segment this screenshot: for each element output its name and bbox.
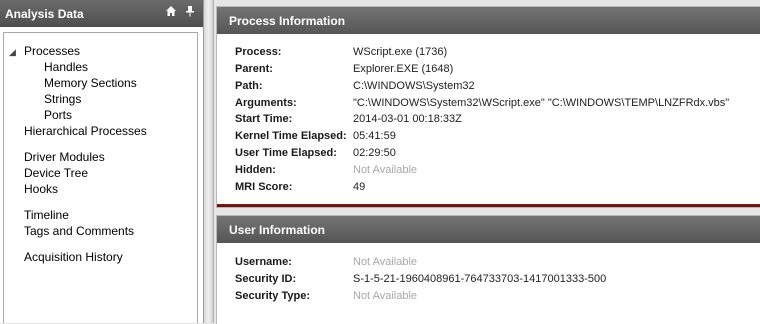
field-label: MRI Score: [235, 181, 293, 193]
field-label: Arguments: [235, 97, 297, 109]
tree-item-acquisition-history[interactable]: Acquisition History [24, 249, 123, 265]
field-label: Security Type: [235, 290, 310, 302]
tree-item-device-tree[interactable]: Device Tree [24, 165, 88, 181]
tree-item-hooks[interactable]: Hooks [24, 181, 58, 197]
field-label: Process: [235, 46, 282, 58]
panel-splitter[interactable] [204, 0, 214, 323]
field-value: Explorer.EXE (1648) [353, 63, 454, 75]
tree-item-hierarchical-processes[interactable]: Hierarchical Processes [24, 123, 147, 139]
tree-item-driver-modules[interactable]: Driver Modules [24, 149, 105, 165]
field-value: 05:41:59 [353, 130, 396, 142]
user-information-title: User Information [229, 222, 326, 237]
field-value: 49 [353, 181, 366, 193]
tree-item-tags-and-comments[interactable]: Tags and Comments [24, 223, 134, 239]
process-information-panel: Process Information Process: WScript.exe… [216, 6, 760, 208]
expand-triangle-icon[interactable]: ◢ [9, 47, 16, 57]
field-label: Path: [235, 80, 263, 92]
panel-title: Analysis Data [5, 6, 84, 21]
field-label: Start Time: [235, 113, 293, 125]
field-value: Not Available [353, 164, 418, 176]
section-divider [217, 204, 760, 207]
navigation-tree: ◢ Processes Handles Memory Sections Stri… [3, 32, 198, 323]
field-value: 2014-03-01 00:18:33Z [353, 113, 462, 125]
field-value: Not Available [353, 290, 418, 302]
tree-item-timeline[interactable]: Timeline [24, 207, 69, 223]
tree-item-ports[interactable]: Ports [44, 107, 72, 123]
tree-expander[interactable]: ◢ [9, 43, 16, 60]
field-label: Username: [235, 256, 292, 268]
field-value: "C:\WINDOWS\System32\WScript.exe" "C:\WI… [353, 97, 730, 109]
user-information-panel: User Information Username: Not Available… [216, 215, 760, 324]
field-label: Security ID: [235, 273, 297, 285]
tree-item-handles[interactable]: Handles [44, 59, 88, 75]
field-label: Kernel Time Elapsed: [235, 130, 347, 142]
tree-item-processes[interactable]: Processes [24, 43, 80, 59]
field-label: Parent: [235, 63, 273, 75]
tree-item-strings[interactable]: Strings [44, 91, 81, 107]
field-label: User Time Elapsed: [235, 147, 337, 159]
field-value: 02:29:50 [353, 147, 396, 159]
field-value: Not Available [353, 256, 418, 268]
tree-item-memory-sections[interactable]: Memory Sections [44, 75, 137, 91]
home-icon[interactable] [165, 5, 177, 20]
field-value: S-1-5-21-1960408961-764733703-1417001333… [353, 273, 607, 285]
field-label: Hidden: [235, 164, 276, 176]
field-value: C:\WINDOWS\System32 [353, 80, 475, 92]
pin-icon[interactable] [185, 5, 195, 20]
process-information-title: Process Information [229, 13, 346, 28]
user-information-header: User Information [217, 216, 760, 243]
analysis-data-panel: Analysis Data ◢ Processes Handles Memory… [0, 0, 204, 323]
process-information-header: Process Information [217, 7, 760, 34]
field-value: WScript.exe (1736) [353, 46, 448, 58]
analysis-data-header: Analysis Data [0, 0, 203, 27]
